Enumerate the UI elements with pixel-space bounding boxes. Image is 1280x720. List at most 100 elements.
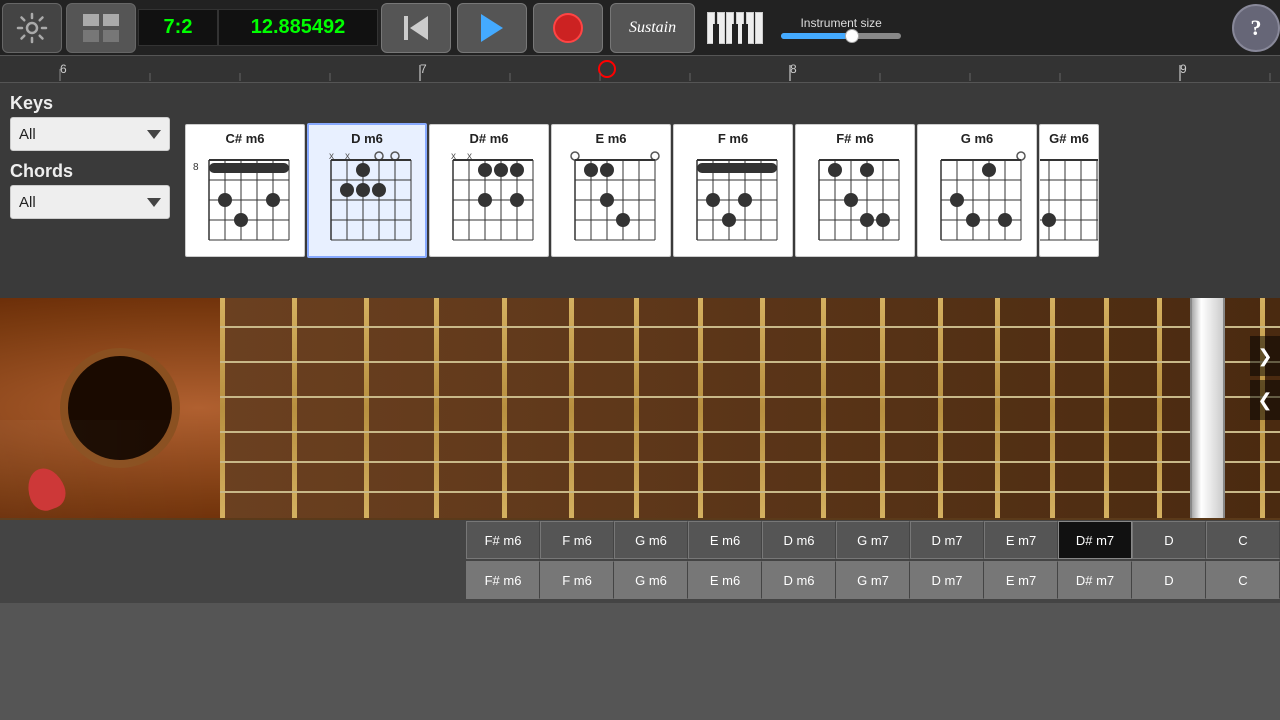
chord-pill[interactable]: C — [1206, 521, 1280, 559]
fret-line — [502, 298, 507, 518]
navigate-right-up[interactable]: ❯ — [1250, 336, 1280, 376]
chord-pill[interactable]: F# m6 — [466, 561, 540, 599]
fret-line — [1157, 298, 1162, 518]
chord-pill[interactable]: F m6 — [540, 521, 614, 559]
string-2 — [220, 361, 1280, 363]
fret-line — [880, 298, 885, 518]
chord-diagrams: C# m6 8 — [185, 83, 1280, 298]
sustain-button[interactable]: Sustain — [610, 3, 695, 53]
chord-card-gsm6[interactable]: G# m6 3 — [1039, 124, 1099, 257]
chord-pill[interactable]: E m6 — [688, 521, 762, 559]
rewind-button[interactable] — [381, 3, 451, 53]
fret-line — [760, 298, 765, 518]
chord-pill[interactable]: F m6 — [540, 561, 614, 599]
grid-button[interactable] — [66, 3, 136, 53]
chord-pill[interactable]: D m7 — [910, 561, 984, 599]
chord-card-name: D# m6 — [469, 131, 508, 146]
string-6 — [220, 491, 1280, 493]
chord-pill[interactable]: G m7 — [836, 561, 910, 599]
chord-pill[interactable]: G m7 — [836, 521, 910, 559]
chords-label: Chords — [10, 161, 175, 182]
chord-card-name: C# m6 — [225, 131, 264, 146]
piano-icon[interactable] — [707, 12, 763, 44]
chord-diagram-fm6 — [679, 150, 787, 250]
instrument-size-section: Instrument size — [781, 16, 901, 39]
sheet-music — [0, 420, 220, 520]
record-button[interactable] — [533, 3, 603, 53]
chord-diagram-em6 — [557, 150, 665, 250]
settings-button[interactable] — [2, 3, 62, 53]
chord-pill[interactable]: E m7 — [984, 521, 1058, 559]
chord-pill[interactable]: D m6 — [762, 521, 836, 559]
keys-dropdown-arrow — [147, 130, 161, 139]
navigate-right-down[interactable]: ❮ — [1250, 380, 1280, 420]
string-3 — [220, 396, 1280, 398]
time-signature-display: 7:2 — [138, 9, 218, 46]
keys-label: Keys — [10, 93, 175, 114]
chord-diagram-gsm6: 3 — [1039, 150, 1099, 250]
chords-dropdown[interactable]: All — [10, 185, 170, 219]
chord-pill[interactable]: C — [1206, 561, 1280, 599]
chord-pill[interactable]: D m6 — [762, 561, 836, 599]
play-button[interactable] — [457, 3, 527, 53]
chord-card-dsm6[interactable]: D# m6 x x — [429, 124, 549, 257]
capo — [1190, 298, 1225, 518]
chord-card-fsm6[interactable]: F# m6 — [795, 124, 915, 257]
chord-card-name: G# m6 — [1049, 131, 1089, 146]
chords-dropdown-value: All — [19, 194, 36, 211]
fret-line — [364, 298, 369, 518]
fret-line — [220, 298, 225, 518]
fret-line — [1104, 298, 1109, 518]
chord-card-fm6[interactable]: F m6 — [673, 124, 793, 257]
keys-dropdown-value: All — [19, 126, 36, 143]
fret-line — [569, 298, 574, 518]
fret-line — [634, 298, 639, 518]
svg-text:8: 8 — [193, 162, 199, 173]
chord-card-gm6[interactable]: G m6 — [917, 124, 1037, 257]
fret-line — [821, 298, 826, 518]
guitar-section: ❯ ❮ — [0, 298, 1280, 520]
instrument-size-slider[interactable] — [781, 33, 901, 39]
string-1 — [220, 326, 1280, 328]
fret-line — [995, 298, 1000, 518]
string-5 — [220, 461, 1280, 463]
chord-diagram-fsm6 — [801, 150, 909, 250]
chord-pill[interactable]: D — [1132, 521, 1206, 559]
chord-pill[interactable]: E m7 — [984, 561, 1058, 599]
chord-pill[interactable]: G m6 — [614, 521, 688, 559]
chord-row-1: F# m6F m6G m6E m6D m6G m7D m7E m7D# m7DC — [0, 520, 1280, 560]
chord-area: Keys All Chords All C# m6 8 — [0, 83, 1280, 298]
keys-section: Keys All — [10, 93, 175, 151]
chord-pill[interactable]: E m6 — [688, 561, 762, 599]
chord-pill[interactable]: D m7 — [910, 521, 984, 559]
chord-card-em6[interactable]: E m6 — [551, 124, 671, 257]
chord-row-2: F# m6F m6G m6E m6D m6G m7D m7E m7D# m7DC — [0, 560, 1280, 600]
chord-card-name: E m6 — [595, 131, 626, 146]
string-4 — [220, 431, 1280, 433]
chord-pill[interactable]: D# m7 — [1058, 521, 1132, 559]
timeline: 6 7 8 9 — [0, 55, 1280, 83]
chords-dropdown-arrow — [147, 198, 161, 207]
chord-pill[interactable]: G m6 — [614, 561, 688, 599]
chord-card-name: D m6 — [351, 131, 383, 146]
bottom-chord-strip: F# m6F m6G m6E m6D m6G m7D m7E m7D# m7DC… — [0, 520, 1280, 603]
left-panel: Keys All Chords All — [0, 83, 185, 298]
help-button[interactable]: ? — [1232, 4, 1280, 52]
chord-diagram-csm6: 8 — [191, 150, 299, 250]
fret-line — [292, 298, 297, 518]
fretboard — [220, 298, 1280, 518]
chords-section: Chords All — [10, 161, 175, 219]
fret-line — [938, 298, 943, 518]
chord-pill[interactable]: D# m7 — [1058, 561, 1132, 599]
chord-card-dm6[interactable]: D m6 x x — [307, 123, 427, 258]
fret-line — [434, 298, 439, 518]
keys-dropdown[interactable]: All — [10, 117, 170, 151]
chord-pill[interactable]: D — [1132, 561, 1206, 599]
chord-card-name: G m6 — [961, 131, 994, 146]
chord-pill[interactable]: F# m6 — [466, 521, 540, 559]
chord-card-csm6[interactable]: C# m6 8 — [185, 124, 305, 257]
fret-line — [698, 298, 703, 518]
navigation-arrows: ❯ ❮ — [1250, 336, 1280, 420]
time-code-display: 12.885492 — [218, 9, 378, 46]
chord-diagram-gm6 — [923, 150, 1031, 250]
